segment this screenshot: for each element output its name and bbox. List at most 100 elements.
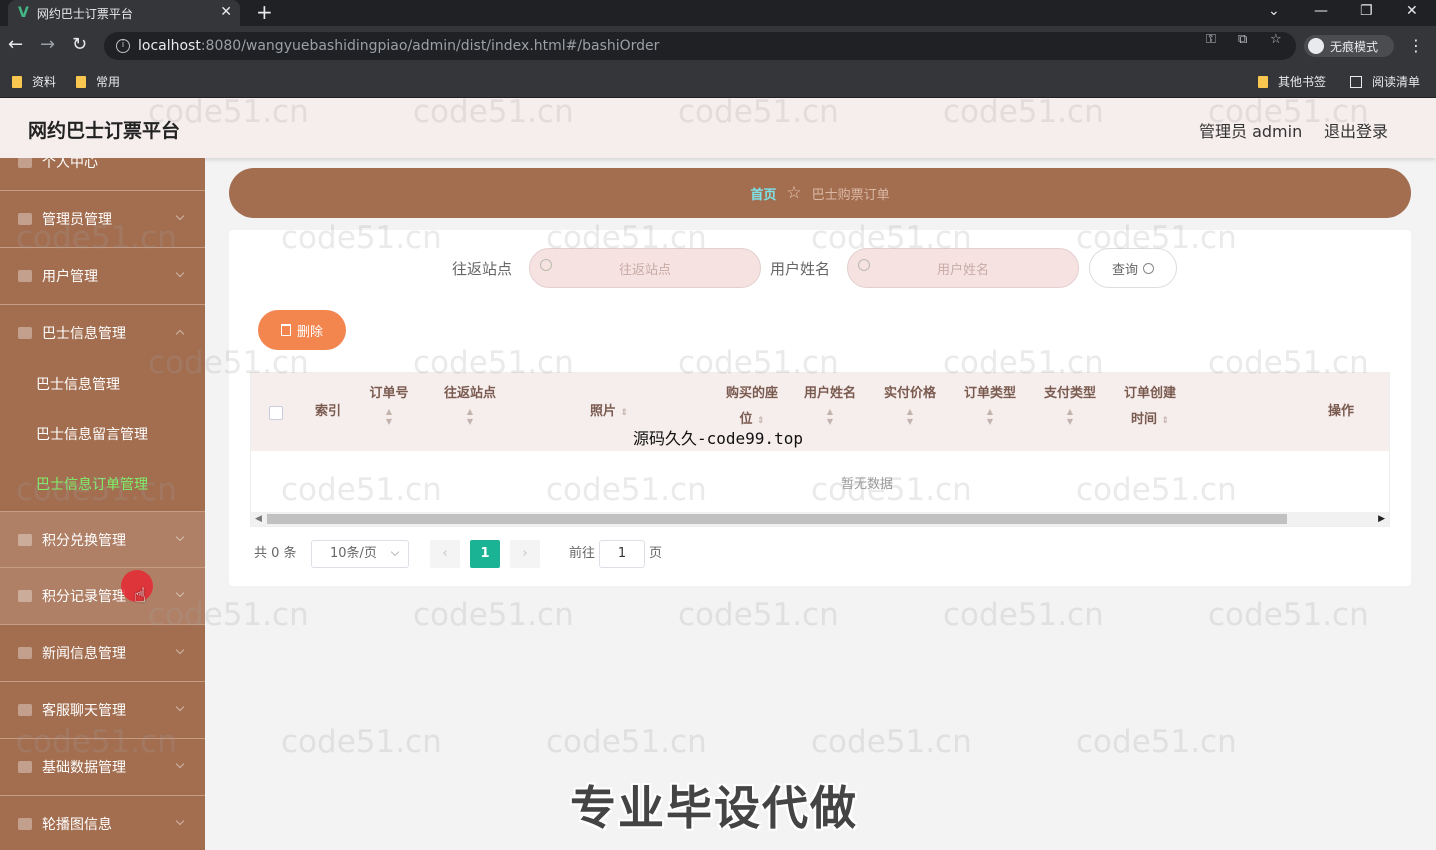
bookmarks-bar: 资料 常用 其他书签 阅读清单 — [0, 66, 1436, 98]
sidebar-item-label: 巴士信息管理 — [42, 326, 126, 342]
sidebar-item-carousel[interactable]: 轮播图信息 — [0, 796, 205, 850]
url-input[interactable]: i localhost :8080/wangyuebashidingpiao/a… — [104, 32, 1296, 60]
sidebar-item-admin[interactable]: 管理员管理 — [0, 191, 205, 248]
scrollbar-thumb[interactable] — [267, 514, 1287, 524]
reading-list[interactable]: 阅读清单 — [1350, 73, 1420, 90]
sidebar-item-bus-info[interactable]: 巴士信息管理 — [0, 305, 205, 362]
bus-icon — [18, 327, 32, 339]
scroll-left-icon[interactable]: ◀ — [255, 512, 262, 526]
next-page-button[interactable]: › — [510, 540, 540, 568]
breadcrumb-home[interactable]: 首页 — [750, 184, 776, 203]
chevron-down-icon — [175, 759, 185, 769]
chevron-up-icon — [175, 329, 185, 339]
sidebar-subitem-bus-orders[interactable]: 巴士信息订单管理 — [0, 460, 205, 510]
bookmark-folder[interactable]: 资料 — [12, 73, 56, 90]
minimize-icon[interactable]: — — [1314, 0, 1328, 22]
username-filter-input[interactable]: 用户姓名 — [847, 248, 1079, 288]
watermark: code51.cn — [281, 724, 442, 760]
star-icon: ☆ — [786, 183, 802, 203]
sidebar-item-personal-center[interactable]: 个人中心 — [0, 158, 205, 191]
tab-search-icon[interactable]: ⌄ — [1268, 0, 1280, 22]
translate-icon[interactable]: ⧉ — [1238, 32, 1247, 47]
reading-list-icon — [1350, 75, 1362, 88]
browser-tab[interactable]: V 网约巴士订票平台 ✕ — [8, 0, 240, 26]
column-order-no[interactable]: 订单号 ▲ ▼ — [359, 381, 419, 427]
column-price[interactable]: 实付价格 ▲ ▼ — [877, 381, 943, 427]
reload-icon[interactable]: ↻ — [72, 34, 87, 56]
delete-button[interactable]: 删除 — [258, 310, 346, 350]
column-photo[interactable]: 照片 ⇕ — [571, 399, 647, 426]
other-bookmarks[interactable]: 其他书签 — [1258, 73, 1326, 90]
sort-icon: ▲ ▼ — [986, 407, 994, 426]
tab-title: 网约巴士订票平台 — [36, 6, 133, 21]
page-1-button[interactable]: 1 — [470, 540, 500, 568]
window-close-icon[interactable]: ✕ — [1406, 0, 1418, 22]
horizontal-scrollbar[interactable]: ◀ ▶ — [251, 512, 1389, 526]
watermark: code51.cn — [943, 597, 1104, 633]
logout-link[interactable]: 退出登录 — [1324, 118, 1388, 142]
delete-button-label: 删除 — [296, 324, 323, 340]
tab-close-icon[interactable]: ✕ — [220, 4, 232, 20]
sidebar-item-users[interactable]: 用户管理 — [0, 248, 205, 305]
sidebar-item-news[interactable]: 新闻信息管理 — [0, 625, 205, 682]
column-username[interactable]: 用户姓名 ▲ ▼ — [797, 381, 863, 427]
chevron-down-icon — [175, 702, 185, 712]
page-size-value: 10条/页 — [330, 546, 377, 561]
watermark: code51.cn — [678, 597, 839, 633]
overlay-banner: 专业毕设代做 — [570, 781, 858, 835]
goto-page-input[interactable]: 1 — [599, 540, 645, 568]
url-host: localhost — [138, 38, 201, 54]
data-icon — [18, 761, 32, 773]
back-icon[interactable]: ← — [8, 34, 23, 56]
sidebar-item-basic-data[interactable]: 基础数据管理 — [0, 739, 205, 796]
sidebar-subitem-bus-comments[interactable]: 巴士信息留言管理 — [0, 410, 205, 460]
search-icon — [858, 259, 870, 271]
records-icon — [18, 590, 32, 602]
station-filter-label: 往返站点 — [452, 260, 513, 278]
news-icon — [18, 647, 32, 659]
incognito-badge[interactable]: 无痕模式 — [1304, 35, 1394, 57]
site-info-icon[interactable]: i — [116, 39, 130, 53]
sort-icon: ⇕ — [620, 408, 629, 418]
column-payment-type[interactable]: 支付类型 ▲ ▼ — [1037, 381, 1103, 427]
sidebar-item-points-exchange[interactable]: 积分兑换管理 — [0, 511, 205, 568]
browser-tabbar: V 网约巴士订票平台 ✕ + ⌄ — ❐ ✕ — [0, 0, 1436, 26]
goto-suffix: 页 — [649, 546, 663, 561]
sidebar-item-chat[interactable]: 客服聊天管理 — [0, 682, 205, 739]
new-tab-button[interactable]: + — [256, 0, 273, 24]
chevron-down-icon — [390, 547, 400, 557]
empty-state: 暂无数据 — [841, 477, 894, 492]
column-order-type[interactable]: 订单类型 ▲ ▼ — [957, 381, 1023, 427]
column-index: 索引 — [314, 404, 341, 419]
chevron-down-icon — [175, 211, 185, 221]
admin-icon — [18, 213, 32, 225]
breadcrumb-current: 巴士购票订单 — [811, 187, 890, 203]
sidebar-item-points-records[interactable]: 积分记录管理 — [0, 568, 205, 625]
other-bookmarks-label: 其他书签 — [1278, 75, 1327, 89]
station-filter-input[interactable]: 往返站点 — [529, 248, 761, 288]
column-created-time[interactable]: 订单创建 时间 ⇕ — [1117, 381, 1183, 434]
forward-icon[interactable]: → — [40, 34, 55, 56]
folder-icon — [76, 75, 86, 88]
bookmark-star-icon[interactable]: ☆ — [1270, 32, 1282, 47]
scroll-right-icon[interactable]: ▶ — [1378, 512, 1385, 526]
bookmark-folder[interactable]: 常用 — [76, 73, 120, 90]
restore-icon[interactable]: ❐ — [1360, 0, 1373, 22]
orders-table: 索引 订单号 ▲ ▼ 往返站点 ▲ ▼ 照片 ⇕ 购买的座位 ⇕ 用户姓名 ▲ ▼ 实付价格… — [250, 372, 1390, 527]
select-all-checkbox[interactable] — [269, 406, 283, 420]
sidebar-subitem-bus-info[interactable]: 巴士信息管理 — [0, 360, 205, 410]
pointer-cursor-icon: ☝ — [134, 583, 147, 607]
column-station[interactable]: 往返站点 ▲ ▼ — [437, 381, 503, 427]
browser-menu-icon[interactable]: ⋮ — [1408, 36, 1424, 55]
prev-page-button[interactable]: ‹ — [430, 540, 460, 568]
sidebar-item-label: 积分记录管理 — [42, 589, 126, 605]
goto-prefix: 前往 — [569, 546, 596, 561]
sort-icon: ▲ ▼ — [1066, 407, 1074, 426]
vue-logo-icon: V — [18, 5, 29, 21]
chevron-down-icon — [175, 816, 185, 826]
page-size-select[interactable]: 10条/页 — [311, 540, 409, 568]
sort-icon: ▲ ▼ — [466, 407, 474, 426]
key-icon[interactable]: ⚿ — [1206, 32, 1216, 47]
watermark: code51.cn — [413, 597, 574, 633]
query-button[interactable]: 查询 — [1089, 248, 1177, 288]
